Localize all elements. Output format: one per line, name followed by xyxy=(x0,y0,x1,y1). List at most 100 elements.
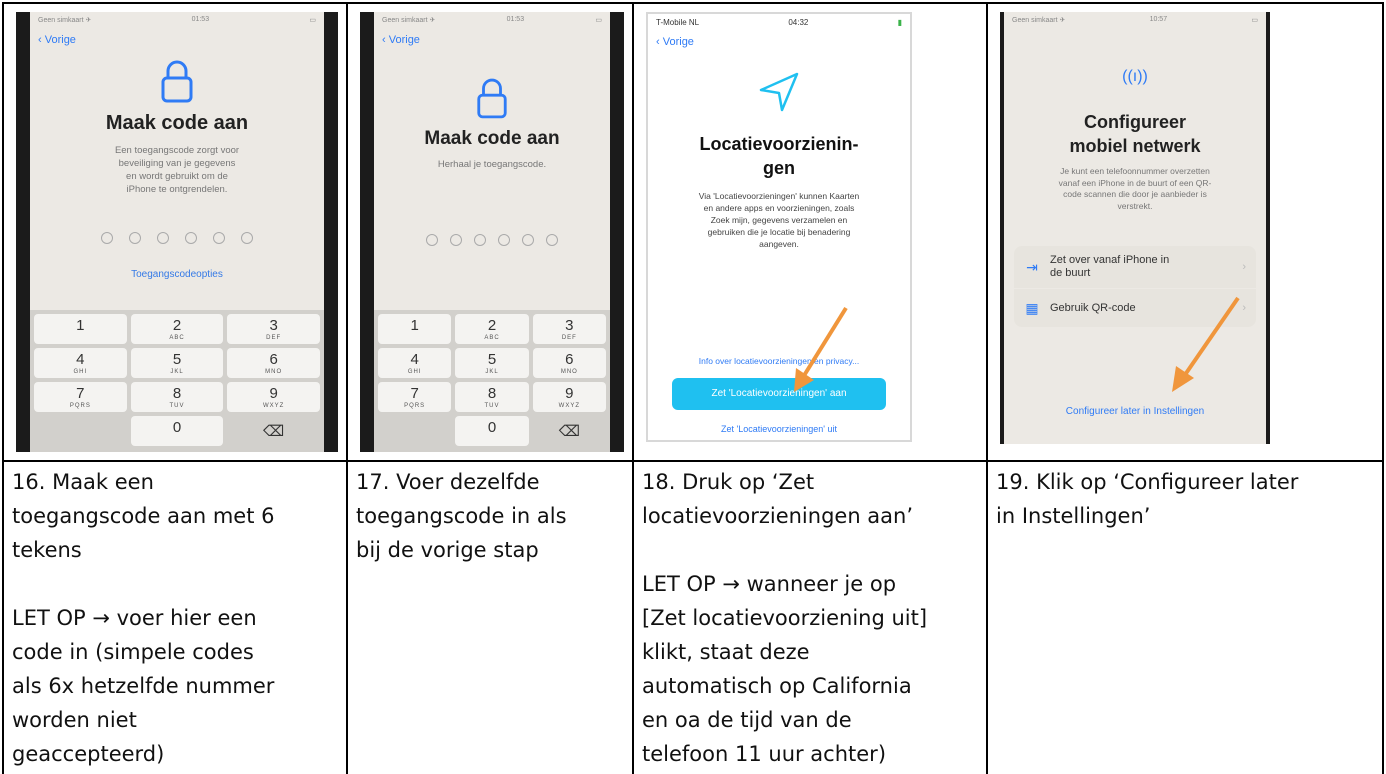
phone-photo-mobile-network: Geen simkaart ✈ 10:57 ▭ ((ı)) Configuree… xyxy=(1000,12,1270,444)
keypad-key-7[interactable]: 7 PQRS xyxy=(378,382,452,412)
location-on-button[interactable]: Zet 'Locatievoorzieningen' aan xyxy=(672,378,886,410)
keypad-key-1[interactable]: 1 xyxy=(34,314,127,344)
location-arrow-icon xyxy=(757,70,801,119)
photo-cell-17: Geen simkaart ✈ 01:53 ▭ ‹ Vorige Maak co… xyxy=(346,2,632,460)
key-digit: 3 xyxy=(565,317,574,334)
back-button[interactable]: ‹ Vorige xyxy=(656,36,694,48)
key-digit: 9 xyxy=(269,385,278,402)
keypad-key-0[interactable]: 0 xyxy=(130,416,224,446)
status-bar: T-Mobile NL 04:32 ▮ xyxy=(656,18,902,27)
screen-subtitle: Herhaal je toegangscode. xyxy=(437,159,547,170)
keypad-key-1[interactable]: 1 xyxy=(378,314,452,344)
keypad-key-8[interactable]: 8 TUV xyxy=(130,382,224,412)
carrier-label: T-Mobile NL xyxy=(656,18,700,27)
keypad-key-6[interactable]: 6 MNO xyxy=(227,348,320,378)
key-letters: PQRS xyxy=(69,403,91,409)
screen-title: Locatievoorzienin- gen xyxy=(699,134,859,178)
back-button[interactable]: ‹ Vorige xyxy=(382,34,420,46)
phone-screenshot-location: T-Mobile NL 04:32 ▮ ‹ Vorige Locatievoor… xyxy=(646,12,912,442)
status-bar: Geen simkaart ✈ 10:57 ▭ xyxy=(1012,16,1258,24)
keypad-key-6[interactable]: 6 MNO xyxy=(532,348,606,378)
key-digit: 4 xyxy=(410,351,419,368)
keypad-key-9[interactable]: 9 WXYZ xyxy=(532,382,606,412)
photo-cell-18: T-Mobile NL 04:32 ▮ ‹ Vorige Locatievoor… xyxy=(632,2,986,460)
key-digit: 1 xyxy=(410,317,419,334)
photo-cell-19: Geen simkaart ✈ 10:57 ▭ ((ı)) Configuree… xyxy=(986,2,1384,460)
status-time: 04:32 xyxy=(788,18,809,27)
key-letters: JKL xyxy=(485,369,499,375)
caption-cell-16: 16. Maak een toegangscode aan met 6 teke… xyxy=(2,460,346,774)
status-bar: Geen simkaart ✈ 01:53 ▭ xyxy=(382,16,602,24)
chevron-right-icon: › xyxy=(1242,302,1246,314)
keypad-blank xyxy=(34,416,127,446)
carrier-label: Geen simkaart ✈ xyxy=(1012,17,1066,24)
screen-subtitle: Je kunt een telefoonnummer overzetten va… xyxy=(1058,166,1212,211)
privacy-info-link[interactable]: Info over locatievoorzieningen en privac… xyxy=(648,356,910,366)
status-time: 01:53 xyxy=(191,16,210,23)
battery-icon: ▭ xyxy=(309,17,316,24)
caption-cell-19: 19. Klik op ‘Configureer later in Instel… xyxy=(986,460,1384,774)
screen-subtitle: Een toegangscode zorgt voor beveiliging … xyxy=(114,145,240,195)
keypad-key-4[interactable]: 4 GHI xyxy=(378,348,452,378)
step-19-text: 19. Klik op ‘Configureer later in Instel… xyxy=(996,470,1299,528)
keypad-key-5[interactable]: 5 JKL xyxy=(455,348,529,378)
passcode-dot xyxy=(213,232,225,244)
keypad-key-9[interactable]: 9 WXYZ xyxy=(227,382,320,412)
key-letters: WXYZ xyxy=(558,403,580,409)
passcode-dot xyxy=(474,234,486,246)
keypad-key-3[interactable]: 3 DEF xyxy=(227,314,320,344)
key-digit: 4 xyxy=(76,351,85,368)
back-button[interactable]: ‹ Vorige xyxy=(38,34,76,46)
keypad-key-8[interactable]: 8 TUV xyxy=(455,382,529,412)
qr-code-icon: ▦ xyxy=(1025,299,1039,316)
transfer-from-iphone-option[interactable]: ⇥ Zet over vanaf iPhone in de buurt › xyxy=(1014,246,1256,288)
key-digit: 1 xyxy=(76,317,85,334)
key-letters: WXYZ xyxy=(262,403,285,409)
back-label: Vorige xyxy=(388,34,420,46)
keypad-key-5[interactable]: 5 JKL xyxy=(130,348,224,378)
key-letters: TUV xyxy=(169,403,185,409)
status-bar: Geen simkaart ✈ 01:53 ▭ xyxy=(38,16,316,24)
option-label: Gebruik QR-code xyxy=(1050,302,1136,314)
keypad-key-0[interactable]: 0 xyxy=(455,416,529,446)
carrier-label: Geen simkaart ✈ xyxy=(382,17,436,24)
step-16-text: 16. Maak een toegangscode aan met 6 teke… xyxy=(12,470,275,562)
key-digit: 8 xyxy=(172,385,182,402)
phone-screen: Geen simkaart ✈ 10:57 ▭ ((ı)) Configuree… xyxy=(1004,12,1266,444)
keypad-key-2[interactable]: 2 ABC xyxy=(130,314,224,344)
key-letters: ABC xyxy=(484,335,500,341)
status-time: 01:53 xyxy=(506,16,525,23)
key-digit: 2 xyxy=(172,317,182,334)
numeric-keypad: 1 2 ABC 3 DEF 4 GHI 5 JKL 6 MNO 7 PQRS 8 TUV 9 WXYZ 0 ⌫ xyxy=(374,310,610,452)
battery-icon: ▭ xyxy=(595,17,602,24)
key-letters: MNO xyxy=(560,369,578,375)
key-letters: JKL xyxy=(170,369,184,375)
passcode-dot xyxy=(426,234,438,246)
key-letters: TUV xyxy=(484,403,500,409)
phone-screen: Geen simkaart ✈ 01:53 ▭ ‹ Vorige Maak co… xyxy=(30,12,324,452)
back-label: Vorige xyxy=(44,34,76,46)
passcode-dots xyxy=(374,234,610,246)
key-digit: 3 xyxy=(269,317,278,334)
battery-icon: ▮ xyxy=(897,18,902,27)
status-time: 10:57 xyxy=(1149,16,1168,23)
screen-subtitle: Via 'Locatievoorzieningen' kunnen Kaarte… xyxy=(698,191,860,249)
passcode-dot xyxy=(546,234,558,246)
key-digit: 6 xyxy=(269,351,278,368)
passcode-dot xyxy=(450,234,462,246)
keypad-key-7[interactable]: 7 PQRS xyxy=(34,382,127,412)
battery-icon: ▭ xyxy=(1251,17,1258,24)
delete-key-icon[interactable]: ⌫ xyxy=(227,416,320,446)
keypad-key-3[interactable]: 3 DEF xyxy=(532,314,606,344)
passcode-options-link[interactable]: Toegangscodeopties xyxy=(30,269,324,280)
key-digit: 2 xyxy=(487,317,497,334)
location-off-button[interactable]: Zet 'Locatievoorzieningen' uit xyxy=(648,424,910,434)
key-digit: 9 xyxy=(565,385,574,402)
configure-later-link[interactable]: Configureer later in Instellingen xyxy=(1004,406,1266,417)
delete-key-icon[interactable]: ⌫ xyxy=(533,416,606,446)
step-18-note: LET OP → wanneer je op [Zet locatievoorz… xyxy=(642,572,928,766)
key-letters: GHI xyxy=(73,369,88,375)
keypad-key-2[interactable]: 2 ABC xyxy=(455,314,529,344)
use-qr-code-option[interactable]: ▦ Gebruik QR-code › xyxy=(1014,289,1256,327)
keypad-key-4[interactable]: 4 GHI xyxy=(34,348,127,378)
